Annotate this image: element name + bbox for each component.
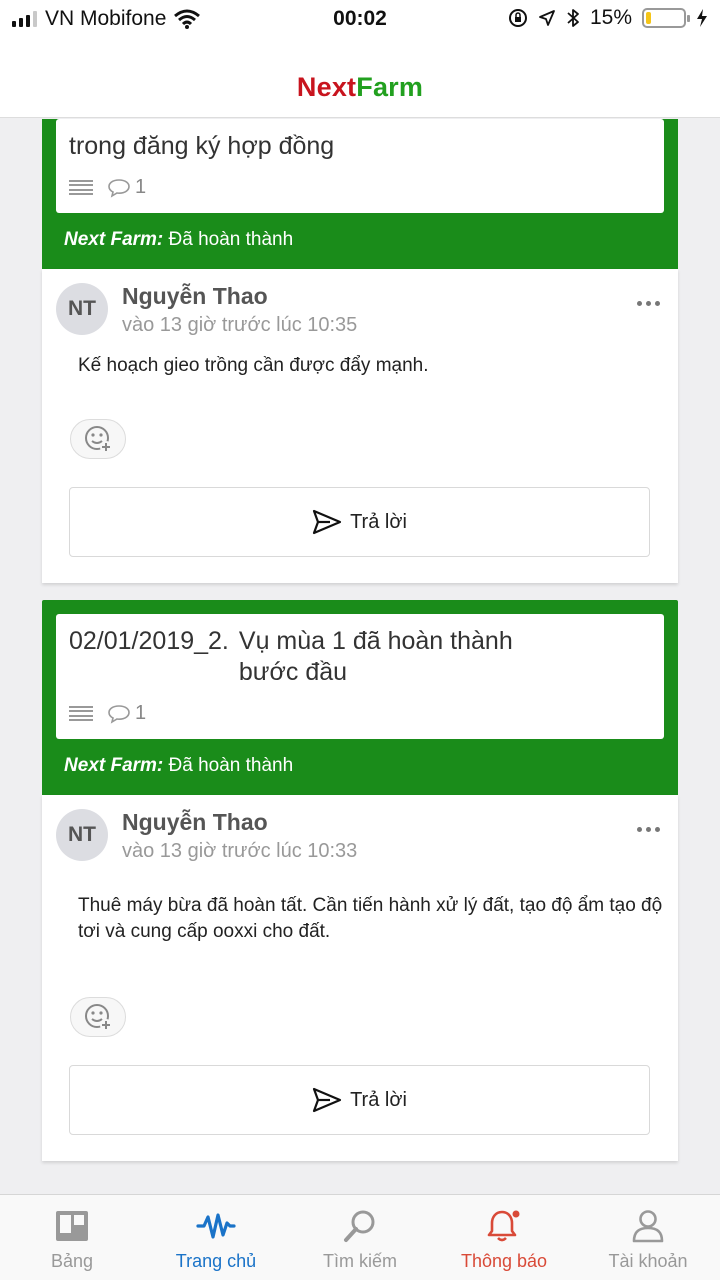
tab-label: Bảng bbox=[50, 1251, 94, 1271]
status-value: Đã hoàn thành bbox=[168, 229, 294, 250]
comment-count: 1 bbox=[135, 702, 147, 724]
brand-farm: Farm bbox=[356, 72, 424, 102]
location-icon bbox=[539, 10, 555, 26]
comment-body: Thuê máy bừa đã hoàn tất. Cần tiến hành … bbox=[78, 895, 663, 942]
search-icon bbox=[344, 1210, 375, 1242]
brand-next: Next bbox=[296, 72, 357, 102]
orientation-lock-icon bbox=[508, 9, 527, 27]
comment-icon bbox=[108, 704, 130, 724]
comment-timestamp: vào 13 giờ trước lúc 10:33 bbox=[122, 840, 358, 862]
bell-icon bbox=[487, 1210, 520, 1242]
battery-level bbox=[646, 12, 652, 24]
activity-feed[interactable]: trong đăng ký hợp đồng 1 Next Farm: Đã h… bbox=[0, 119, 720, 1194]
brand-logo: NextFarm bbox=[297, 72, 423, 103]
task-status: Next Farm: Đã hoàn thành bbox=[56, 213, 664, 269]
reply-label: Trả lời bbox=[350, 1088, 407, 1111]
description-icon bbox=[69, 705, 93, 722]
comment-card: NT Nguyễn Thao vào 13 giờ trước lúc 10:3… bbox=[42, 795, 678, 1161]
task-card[interactable]: 02/01/2019_2. Vụ mùa 1 đã hoàn thành bướ… bbox=[56, 614, 664, 739]
tab-label: Trang chủ bbox=[175, 1251, 257, 1271]
user-icon bbox=[632, 1210, 664, 1243]
send-icon bbox=[312, 509, 342, 535]
status-label: Next Farm: bbox=[64, 229, 164, 250]
status-label: Next Farm: bbox=[64, 755, 164, 776]
tab-search[interactable]: Tìm kiếm bbox=[288, 1195, 432, 1280]
task-status: Next Farm: Đã hoàn thành bbox=[56, 739, 664, 795]
comment-author[interactable]: Nguyễn Thao bbox=[122, 809, 357, 836]
comment-card: NT Nguyễn Thao vào 13 giờ trước lúc 10:3… bbox=[42, 269, 678, 583]
status-bar: VN Mobifone 00:02 15% bbox=[0, 0, 720, 38]
status-value: Đã hoàn thành bbox=[168, 755, 294, 776]
activity-post: 02/01/2019_2. Vụ mùa 1 đã hoàn thành bướ… bbox=[42, 600, 678, 1161]
add-reaction-button[interactable] bbox=[70, 997, 126, 1037]
comment-timestamp: vào 13 giờ trước lúc 10:35 bbox=[122, 314, 358, 336]
description-icon bbox=[69, 179, 93, 196]
task-block: trong đăng ký hợp đồng 1 Next Farm: Đã h… bbox=[42, 119, 678, 269]
comment-count: 1 bbox=[135, 176, 147, 198]
send-icon bbox=[312, 1087, 342, 1113]
battery-icon bbox=[642, 8, 690, 28]
tab-account[interactable]: Tài khoản bbox=[576, 1195, 720, 1280]
task-title: 02/01/2019_2. Vụ mùa 1 đã hoàn thành bướ… bbox=[69, 626, 652, 688]
comment-body: Kế hoạch gieo trồng cần được đẩy mạnh. bbox=[78, 355, 429, 376]
task-title: trong đăng ký hợp đồng bbox=[69, 132, 335, 160]
task-card[interactable]: trong đăng ký hợp đồng 1 bbox=[56, 119, 664, 213]
reply-button[interactable]: Trả lời bbox=[69, 487, 650, 557]
emoji-add-icon bbox=[85, 426, 112, 453]
battery-percent: 15% bbox=[589, 6, 632, 29]
tab-label: Thông báo bbox=[460, 1251, 548, 1271]
board-icon bbox=[56, 1211, 88, 1241]
tab-label: Tìm kiếm bbox=[323, 1251, 397, 1271]
tab-home[interactable]: Trang chủ bbox=[144, 1195, 288, 1280]
charging-icon bbox=[697, 9, 707, 27]
activity-post: trong đăng ký hợp đồng 1 Next Farm: Đã h… bbox=[42, 119, 678, 583]
comment-icon bbox=[108, 178, 130, 198]
app-header: NextFarm bbox=[0, 38, 720, 118]
reply-button[interactable]: Trả lời bbox=[69, 1065, 650, 1135]
bottom-tab-bar: Bảng Trang chủ Tìm kiếm Thông báo Tài kh… bbox=[0, 1194, 720, 1280]
task-date: 02/01/2019_2. bbox=[69, 627, 229, 655]
task-block: 02/01/2019_2. Vụ mùa 1 đã hoàn thành bướ… bbox=[42, 600, 678, 795]
activity-icon bbox=[196, 1213, 236, 1239]
task-name: Vụ mùa 1 đã hoàn thành bước đầu bbox=[238, 627, 513, 686]
emoji-add-icon bbox=[85, 1004, 112, 1031]
comment-author[interactable]: Nguyễn Thao bbox=[122, 283, 357, 310]
bluetooth-icon bbox=[567, 9, 579, 27]
avatar[interactable]: NT bbox=[56, 809, 108, 861]
tab-label: Tài khoản bbox=[608, 1251, 688, 1271]
more-options-icon[interactable] bbox=[637, 301, 660, 306]
more-options-icon[interactable] bbox=[637, 827, 660, 832]
reply-label: Trả lời bbox=[350, 510, 407, 533]
add-reaction-button[interactable] bbox=[70, 419, 126, 459]
tab-notifications[interactable]: Thông báo bbox=[432, 1195, 576, 1280]
avatar[interactable]: NT bbox=[56, 283, 108, 335]
tab-board[interactable]: Bảng bbox=[0, 1195, 144, 1280]
